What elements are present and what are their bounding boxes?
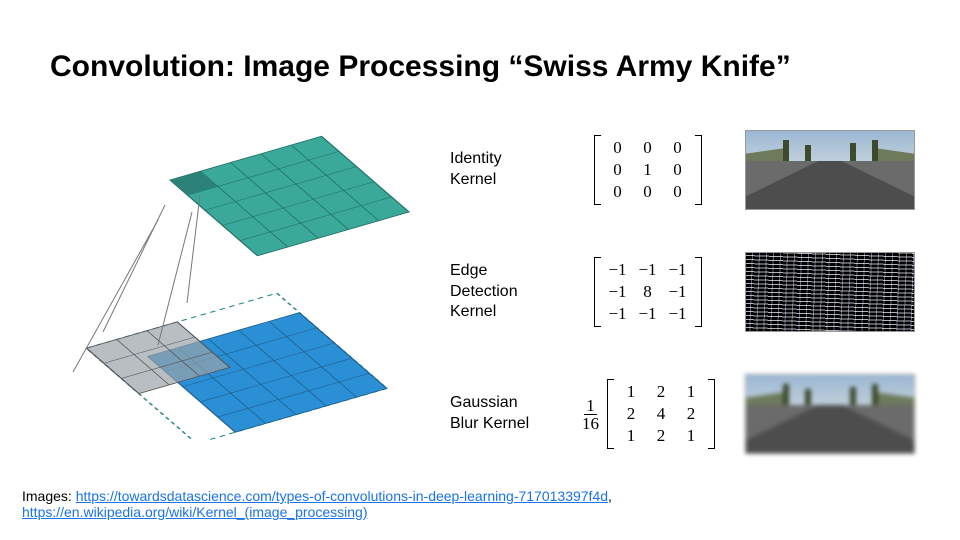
kernel-matrix-gaussian: 1 16 1 2 1 2 4 2 1 2 1	[560, 379, 735, 449]
matrix-cell: 0	[613, 160, 622, 180]
kernel-row-identity: Identity Kernel 0 0 0 0 1 0 0 0 0	[450, 130, 930, 210]
convolution-diagram	[40, 120, 420, 440]
sample-image-gaussian	[745, 374, 915, 454]
credit-link-1[interactable]: https://towardsdatascience.com/types-of-…	[76, 488, 608, 504]
matrix-cell: 2	[687, 404, 696, 424]
matrix-cell: −1	[608, 260, 626, 280]
scalar-den: 16	[580, 415, 601, 432]
credits-sep: ,	[608, 488, 612, 504]
matrix-cell: 0	[643, 182, 652, 202]
matrix-cell: −1	[668, 304, 686, 324]
matrix-cell: 1	[627, 382, 636, 402]
matrix-cell: −1	[668, 260, 686, 280]
image-credits: Images: https://towardsdatascience.com/t…	[22, 488, 960, 520]
credit-link-2[interactable]: https://en.wikipedia.org/wiki/Kernel_(im…	[22, 504, 368, 520]
matrix-cell: 0	[673, 160, 682, 180]
kernel-list: Identity Kernel 0 0 0 0 1 0 0 0 0	[450, 130, 930, 496]
matrix-cell: 0	[673, 182, 682, 202]
kernel-scalar: 1 16	[580, 397, 601, 432]
sample-image-edge	[745, 252, 915, 332]
matrix-cell: −1	[668, 282, 686, 302]
matrix-cell: 2	[627, 404, 636, 424]
matrix-cell: −1	[608, 304, 626, 324]
matrix-cell: −1	[638, 260, 656, 280]
slide-title: Convolution: Image Processing “Swiss Arm…	[50, 50, 791, 84]
matrix-cell: 4	[657, 404, 666, 424]
matrix-cell: −1	[638, 304, 656, 324]
matrix-cell: −1	[608, 282, 626, 302]
kernel-row-gaussian: Gaussian Blur Kernel 1 16 1 2 1 2 4 2 1 …	[450, 374, 930, 454]
matrix-cell: 0	[643, 138, 652, 158]
credits-prefix: Images:	[22, 488, 76, 504]
kernel-row-edge: Edge Detection Kernel −1 −1 −1 −1 8 −1 −…	[450, 252, 930, 332]
sample-image-identity	[745, 130, 915, 210]
kernel-label: Identity Kernel	[450, 149, 560, 191]
kernel-label: Edge Detection Kernel	[450, 261, 560, 323]
matrix-cell: 1	[687, 426, 696, 446]
matrix-cell: 2	[657, 426, 666, 446]
matrix-cell: 2	[657, 382, 666, 402]
matrix-cell: 1	[643, 160, 652, 180]
kernel-matrix-edge: −1 −1 −1 −1 8 −1 −1 −1 −1	[560, 257, 735, 327]
kernel-label: Gaussian Blur Kernel	[450, 393, 560, 435]
matrix-cell: 8	[643, 282, 652, 302]
matrix-cell: 1	[627, 426, 636, 446]
scalar-num: 1	[584, 397, 597, 415]
matrix-cell: 0	[613, 138, 622, 158]
kernel-matrix-identity: 0 0 0 0 1 0 0 0 0	[560, 135, 735, 205]
matrix-cell: 0	[673, 138, 682, 158]
matrix-cell: 1	[687, 382, 696, 402]
matrix-cell: 0	[613, 182, 622, 202]
